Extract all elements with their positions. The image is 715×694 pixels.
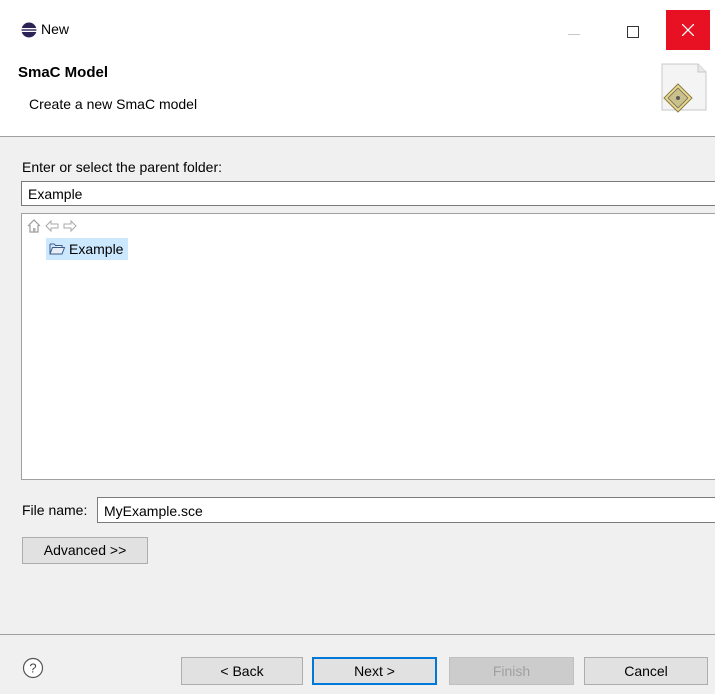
tree-item-label: Example bbox=[69, 241, 124, 257]
help-icon[interactable]: ? bbox=[22, 657, 44, 679]
file-name-input[interactable]: MyExample.sce bbox=[97, 497, 715, 523]
wizard-header: SmaC Model Create a new SmaC model bbox=[0, 58, 715, 136]
next-button[interactable]: Next > bbox=[312, 657, 437, 685]
wizard-footer: ? < Back Next > Finish Cancel bbox=[0, 634, 715, 694]
home-icon[interactable] bbox=[26, 218, 42, 234]
parent-folder-label: Enter or select the parent folder: bbox=[22, 159, 222, 175]
window-title: New bbox=[41, 21, 70, 37]
advanced-button[interactable]: Advanced >> bbox=[22, 537, 148, 564]
back-arrow-icon[interactable] bbox=[44, 218, 60, 234]
parent-folder-input[interactable]: Example bbox=[21, 181, 715, 206]
open-folder-icon bbox=[49, 243, 65, 255]
eclipse-icon bbox=[21, 22, 37, 38]
finish-button[interactable]: Finish bbox=[449, 657, 574, 685]
close-button[interactable] bbox=[666, 10, 710, 50]
wizard-body: Enter or select the parent folder: Examp… bbox=[0, 137, 715, 634]
close-icon bbox=[682, 24, 694, 36]
file-name-label: File name: bbox=[22, 502, 88, 518]
page-title: SmaC Model bbox=[18, 64, 109, 81]
cancel-button[interactable]: Cancel bbox=[584, 657, 708, 685]
tree-item-example[interactable]: Example bbox=[46, 238, 129, 260]
back-button[interactable]: < Back bbox=[181, 657, 303, 685]
wizard-banner-icon bbox=[654, 58, 715, 116]
svg-text:?: ? bbox=[29, 661, 36, 676]
folder-tree[interactable]: Example bbox=[21, 213, 715, 480]
minimize-button[interactable] bbox=[556, 12, 592, 50]
page-description: Create a new SmaC model bbox=[29, 96, 198, 112]
maximize-button[interactable] bbox=[612, 12, 652, 50]
forward-arrow-icon[interactable] bbox=[62, 218, 78, 234]
title-bar: New bbox=[0, 0, 715, 58]
